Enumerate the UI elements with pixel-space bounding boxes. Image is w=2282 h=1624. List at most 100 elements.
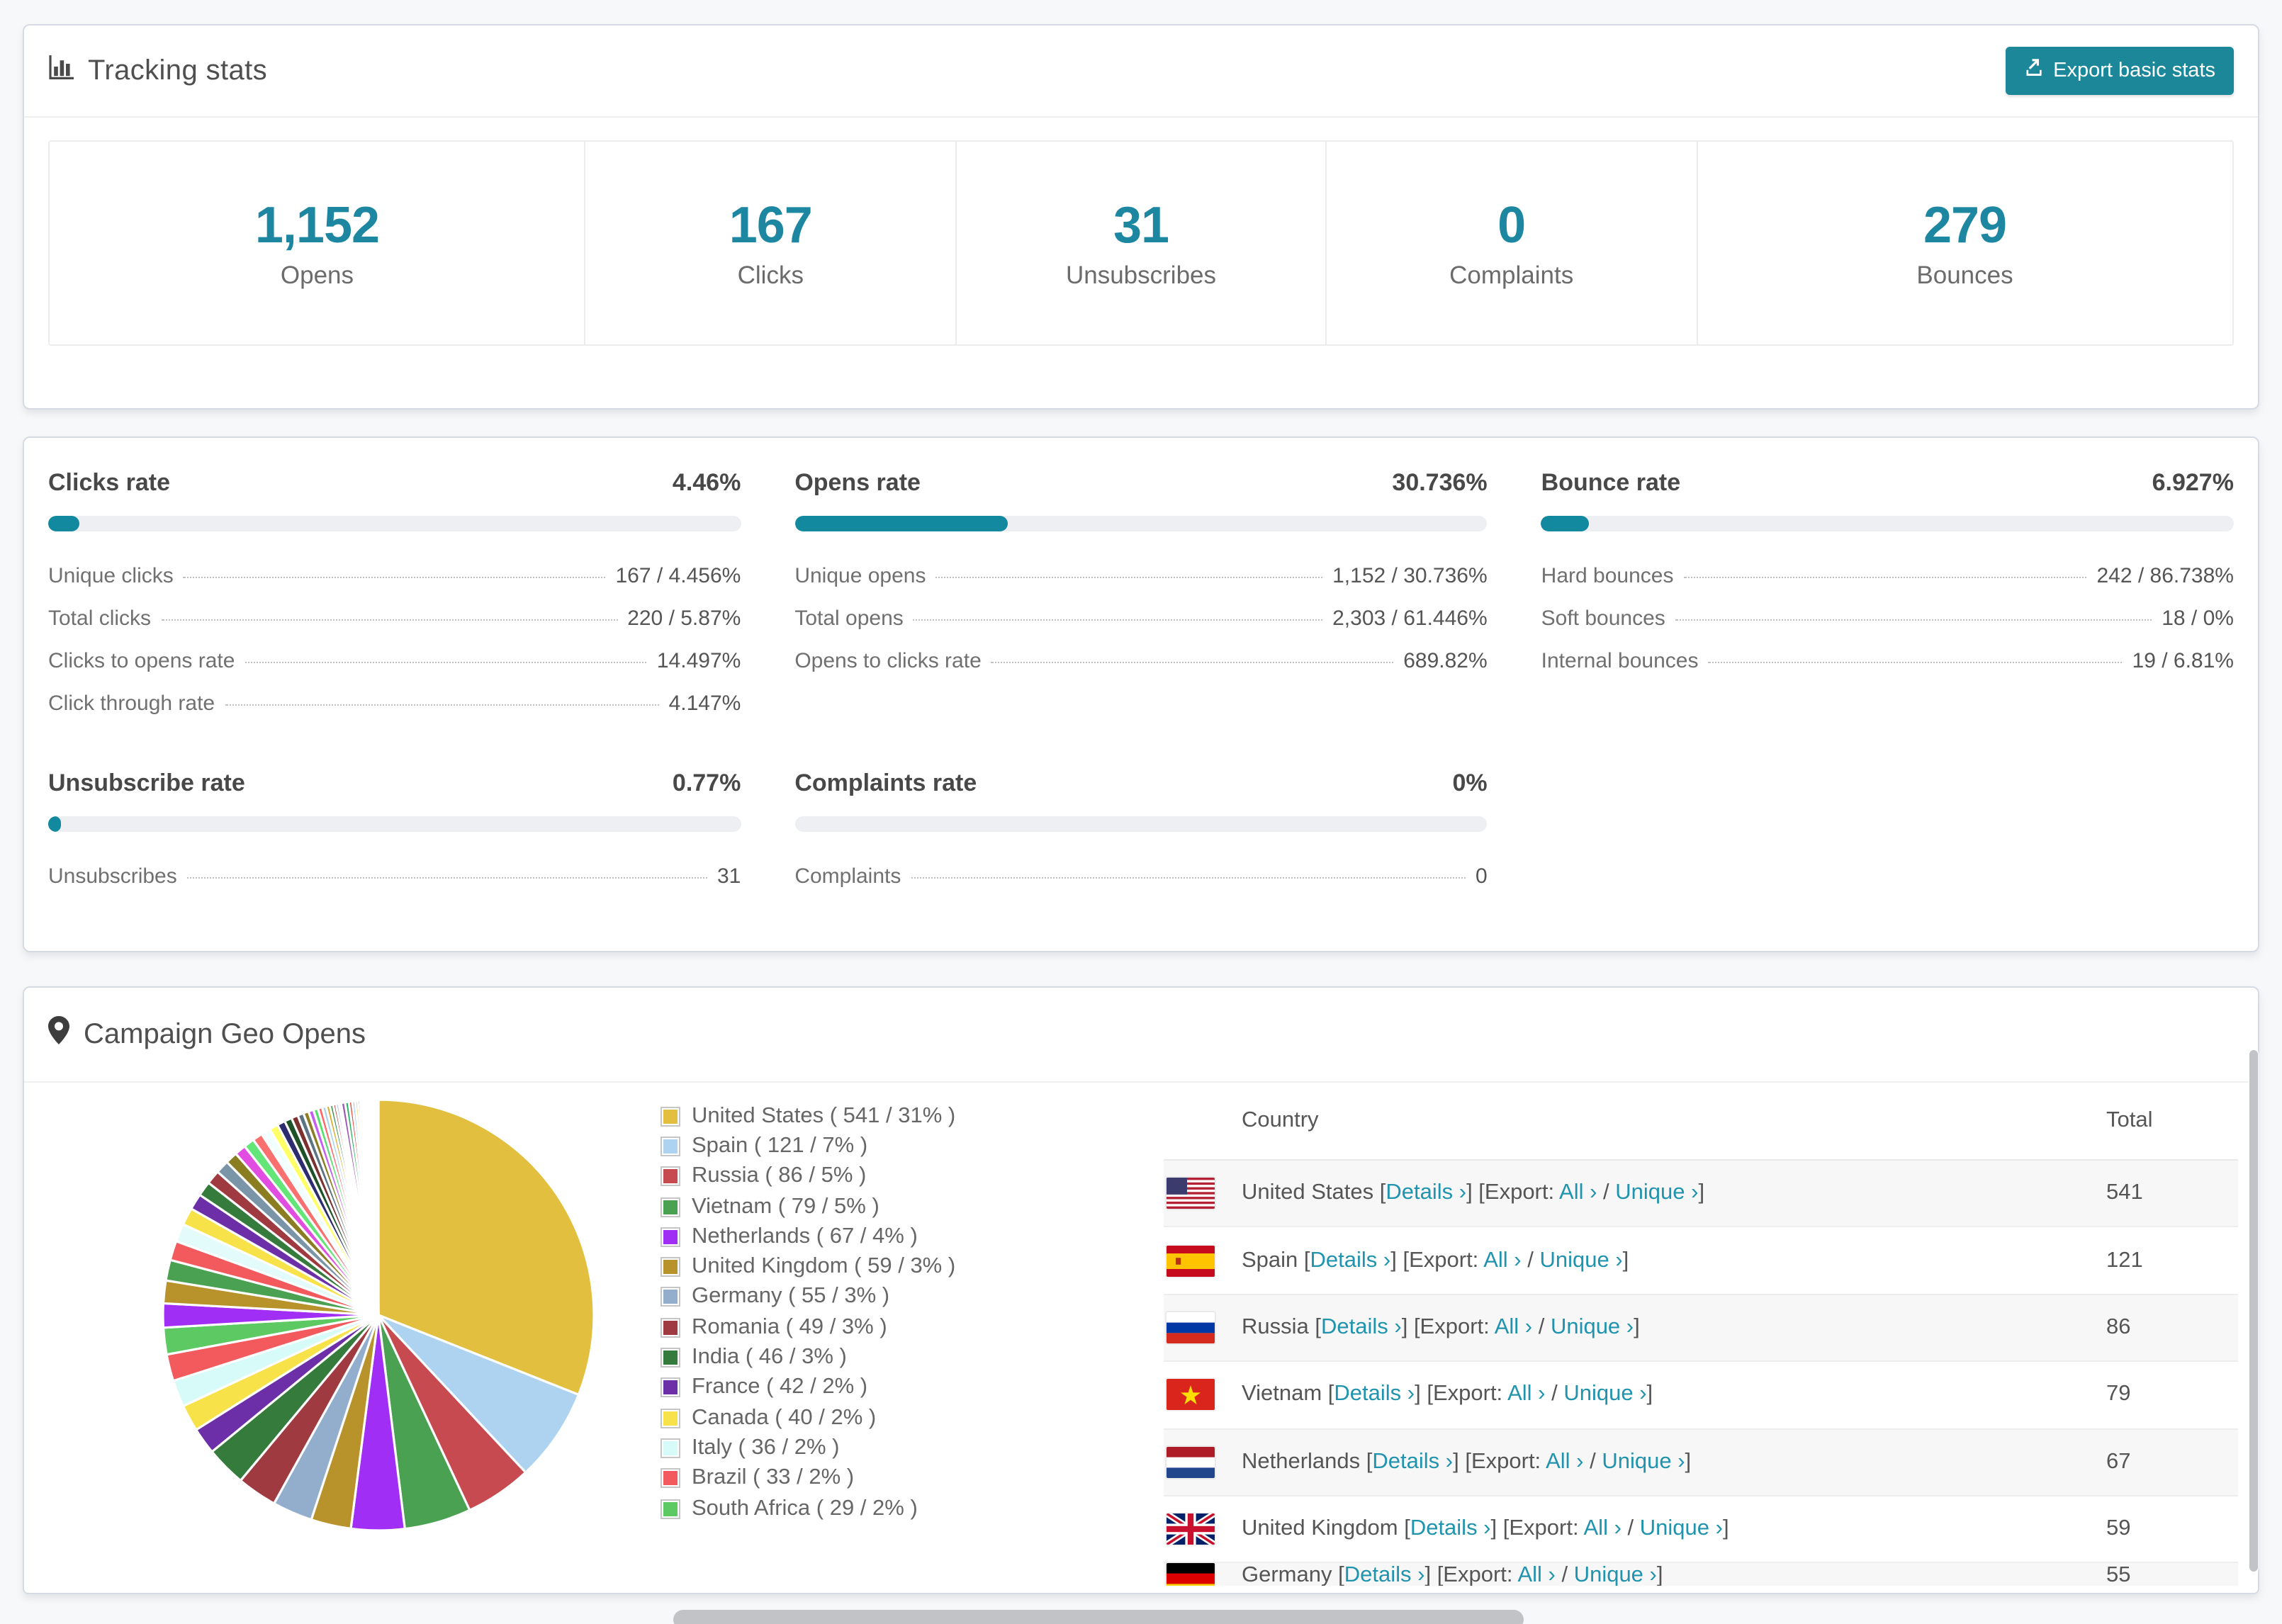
geo-table-row: Netherlands [Details ›] [Export: All › /… — [1164, 1429, 2238, 1496]
rate-detail-value: 242 / 86.738% — [2096, 563, 2234, 587]
bracket-text: ] — [1722, 1516, 1729, 1541]
separator-text: / — [1597, 1180, 1616, 1205]
country-name: Vietnam — [1242, 1382, 1328, 1406]
stat-box-complaints: 0 Complaints — [1325, 142, 1696, 344]
rate-header: Opens rate 30.736% — [794, 469, 1487, 497]
export-unique-link[interactable]: Unique › — [1615, 1180, 1698, 1205]
legend-swatch — [661, 1499, 680, 1518]
legend-label: Russia ( 86 / 5% ) — [692, 1163, 867, 1188]
legend-swatch — [661, 1136, 680, 1156]
export-all-link[interactable]: All › — [1584, 1516, 1621, 1540]
dotted-leader — [225, 704, 659, 705]
export-all-link[interactable]: All › — [1517, 1564, 1555, 1586]
rate-percent: 30.736% — [1392, 469, 1488, 496]
rate-block-bounce-rate: Bounce rate 6.927% Hard bounces 242 / 86.73… — [1541, 469, 2234, 724]
legend-label: Brazil ( 33 / 2% ) — [692, 1465, 855, 1490]
legend-item: Russia ( 86 / 5% ) — [661, 1161, 955, 1192]
rate-header: Unsubscribe rate 0.77% — [48, 769, 741, 798]
export-unique-link[interactable]: Unique › — [1539, 1248, 1622, 1272]
export-prefix-text: ] [Export: — [1390, 1248, 1484, 1273]
details-link[interactable]: Details › — [1344, 1564, 1425, 1586]
bracket-text: ] — [1656, 1563, 1663, 1586]
legend-item: Vietnam ( 79 / 5% ) — [661, 1192, 955, 1222]
details-link[interactable]: Details › — [1372, 1450, 1453, 1474]
export-all-link[interactable]: All › — [1559, 1180, 1597, 1205]
export-all-link[interactable]: All › — [1546, 1450, 1583, 1474]
stat-value: 279 — [1923, 196, 2007, 254]
flag-us-icon — [1167, 1178, 1215, 1209]
geo-row-text: Spain [Details ›] [Export: All › / Uniqu… — [1242, 1248, 2106, 1273]
export-all-link[interactable]: All › — [1495, 1315, 1532, 1339]
horizontal-scrollbar-thumb[interactable] — [673, 1610, 1524, 1624]
rate-detail-value: 1,152 / 30.736% — [1332, 563, 1488, 587]
rate-detail-row: Complaints 0 — [794, 855, 1487, 897]
bracket-text: ] — [1698, 1180, 1705, 1205]
country-name: Spain — [1242, 1248, 1304, 1273]
geo-table-row: Russia [Details ›] [Export: All › / Uniq… — [1164, 1295, 2238, 1363]
stat-value: 0 — [1497, 196, 1526, 254]
separator-text: / — [1555, 1563, 1574, 1586]
legend-swatch — [661, 1257, 680, 1278]
details-link[interactable]: Details › — [1321, 1315, 1402, 1339]
legend-label: Vietnam ( 79 / 5% ) — [692, 1194, 879, 1219]
details-link[interactable]: Details › — [1310, 1248, 1391, 1272]
legend-label: Netherlands ( 67 / 4% ) — [692, 1224, 918, 1248]
export-unique-link[interactable]: Unique › — [1602, 1450, 1685, 1474]
details-link[interactable]: Details › — [1410, 1516, 1491, 1540]
rate-detail-value: 31 — [716, 864, 741, 888]
country-total: 67 — [2106, 1449, 2131, 1474]
rate-detail-row: Total opens 2,303 / 61.446% — [794, 597, 1487, 639]
legend-swatch — [661, 1348, 680, 1368]
geo-opens-header: Campaign Geo Opens — [24, 988, 2258, 1083]
rate-detail-value: 19 / 6.81% — [2132, 648, 2234, 672]
export-unique-link[interactable]: Unique › — [1551, 1315, 1634, 1339]
dotted-leader — [913, 619, 1323, 620]
rate-detail-value: 2,303 / 61.446% — [1332, 606, 1488, 630]
geo-row-text: United States [Details ›] [Export: All ›… — [1242, 1180, 2106, 1206]
rate-title: Opens rate — [794, 469, 921, 496]
bracket-text: ] — [1685, 1449, 1692, 1474]
export-unique-link[interactable]: Unique › — [1574, 1564, 1657, 1586]
legend-swatch — [661, 1287, 680, 1307]
rate-detail-value: 4.147% — [668, 691, 741, 715]
country-name: United States — [1242, 1180, 1380, 1205]
vertical-scrollbar-thumb[interactable] — [2249, 1050, 2257, 1572]
bracket-text: [ — [1404, 1516, 1410, 1541]
progress-bar — [794, 516, 1488, 531]
details-link[interactable]: Details › — [1334, 1382, 1415, 1406]
bar-chart-icon — [48, 53, 75, 89]
legend-label: Italy ( 36 / 2% ) — [692, 1435, 840, 1460]
rate-title: Bounce rate — [1541, 469, 1681, 496]
flag-nl-icon — [1167, 1446, 1215, 1478]
legend-label: South Africa ( 29 / 2% ) — [692, 1496, 918, 1520]
tracking-stats-header: Tracking stats Export basic stats — [24, 26, 2258, 118]
export-all-link[interactable]: All › — [1483, 1248, 1521, 1272]
dotted-leader — [244, 661, 647, 662]
progress-bar-fill — [48, 816, 61, 832]
separator-text: / — [1532, 1314, 1551, 1339]
progress-bar — [1541, 516, 2234, 531]
rate-detail-label: Hard bounces — [1541, 563, 1674, 587]
legend-item: South Africa ( 29 / 2% ) — [661, 1494, 955, 1524]
rate-block-opens-rate: Opens rate 30.736% Unique opens 1,152 / 30.… — [794, 469, 1488, 724]
export-basic-stats-button[interactable]: Export basic stats — [2005, 47, 2234, 95]
export-unique-link[interactable]: Unique › — [1640, 1516, 1723, 1540]
rate-detail-label: Internal bounces — [1541, 648, 1699, 672]
export-unique-link[interactable]: Unique › — [1563, 1382, 1646, 1406]
campaign-geo-opens-card: Campaign Geo Opens United States ( 541 /… — [23, 986, 2259, 1594]
legend-swatch — [661, 1438, 680, 1458]
legend-item: United States ( 541 / 31% ) — [661, 1101, 955, 1132]
legend-item: Netherlands ( 67 / 4% ) — [661, 1222, 955, 1252]
progress-bar-fill — [48, 516, 79, 531]
legend-swatch — [661, 1377, 680, 1398]
stat-box-clicks: 167 Clicks — [584, 142, 955, 344]
export-prefix-text: ] [Export: — [1466, 1180, 1560, 1205]
geo-table-row: Germany [Details ›] [Export: All › / Uni… — [1164, 1563, 2238, 1586]
legend-swatch — [661, 1317, 680, 1338]
rate-detail-row: Click through rate 4.147% — [48, 682, 741, 724]
details-link[interactable]: Details › — [1386, 1180, 1466, 1205]
export-all-link[interactable]: All › — [1507, 1382, 1545, 1406]
legend-label: Germany ( 55 / 3% ) — [692, 1284, 890, 1309]
rate-percent: 6.927% — [2152, 469, 2234, 496]
dotted-leader — [1708, 661, 2123, 662]
